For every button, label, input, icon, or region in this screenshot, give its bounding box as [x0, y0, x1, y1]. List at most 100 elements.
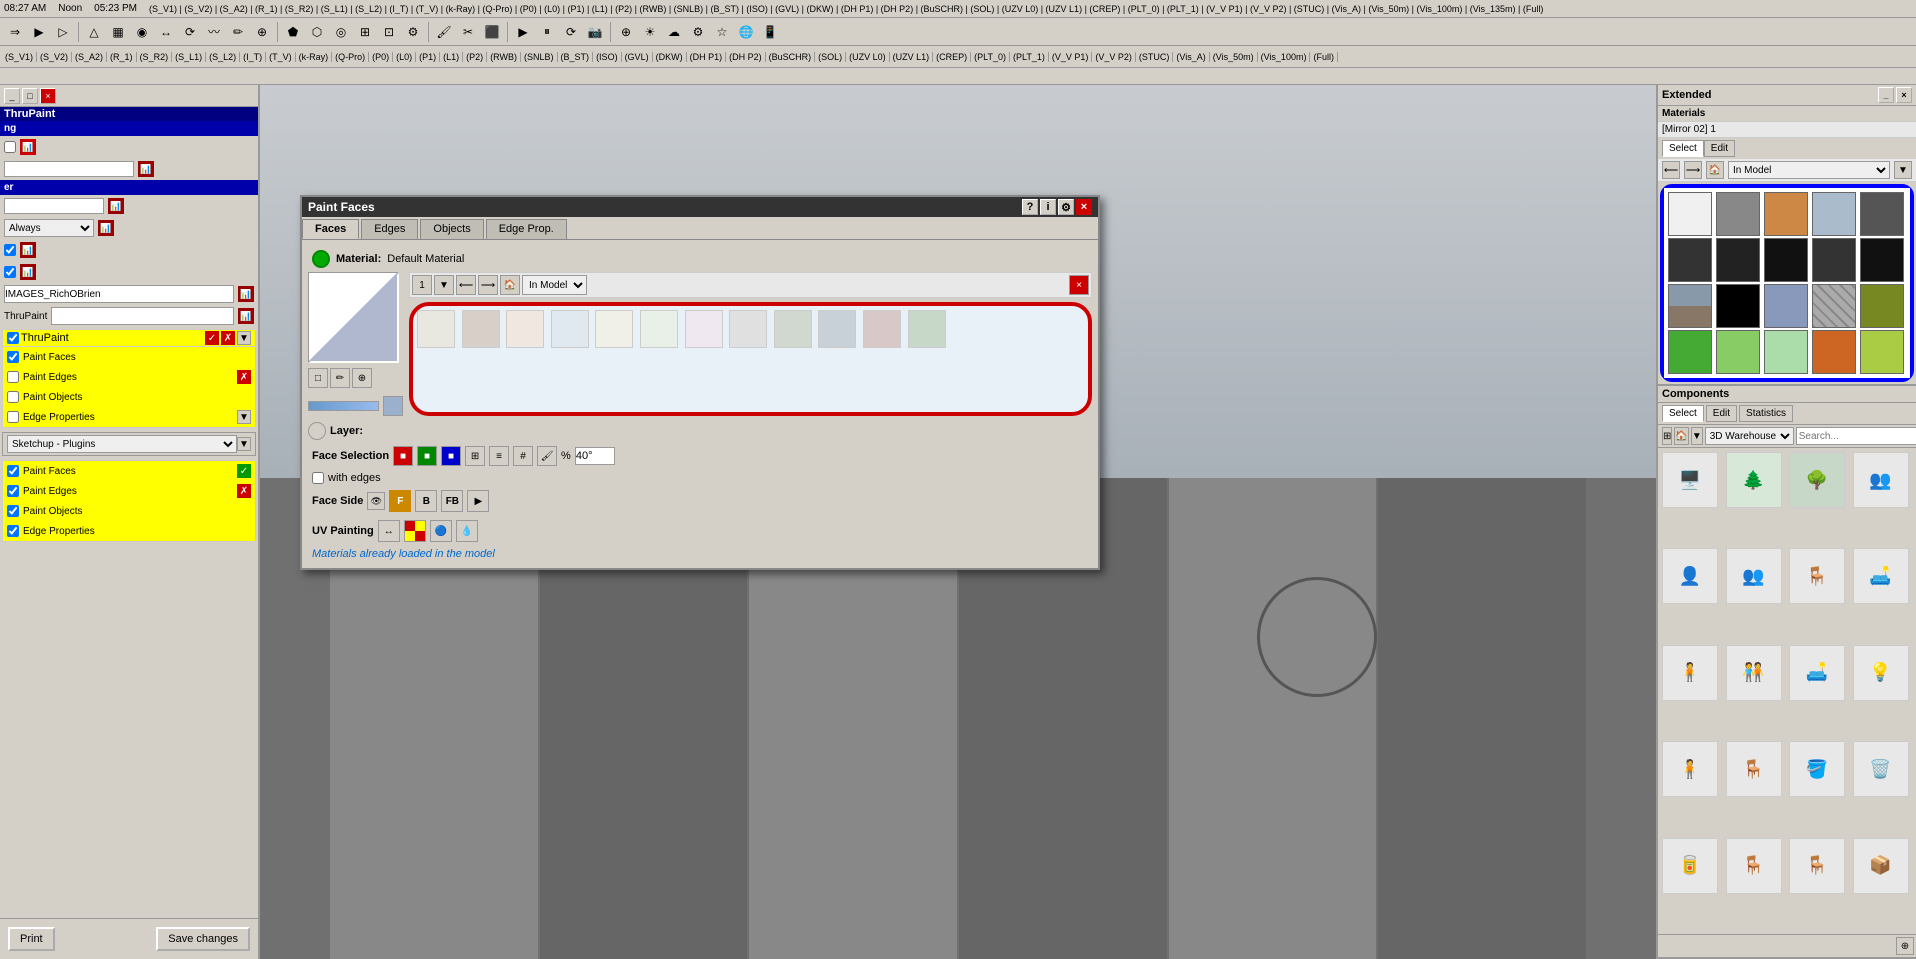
right-tab-edit[interactable]: Edit [1704, 140, 1735, 157]
color-slider[interactable] [308, 401, 379, 411]
mat-btn-1[interactable]: 1 [412, 275, 432, 295]
view-tab[interactable]: (k-Ray) [296, 52, 333, 62]
swatch-dark6[interactable] [1860, 238, 1904, 282]
in-model-nav-4[interactable]: ▼ [1894, 161, 1912, 179]
mat-swatch-11[interactable] [863, 310, 901, 348]
swatch-blue-gray[interactable] [1812, 192, 1856, 236]
chart-icon-8[interactable]: 📊 [238, 308, 254, 324]
sel-btn-lines[interactable]: ≡ [489, 446, 509, 466]
sel-paint-icon[interactable]: 🖌 [537, 446, 557, 466]
uv-btn-4[interactable]: 💧 [456, 520, 478, 542]
swatch-dark1[interactable] [1860, 192, 1904, 236]
swatch-dark2[interactable] [1668, 238, 1712, 282]
toolbar-btn-19[interactable]: ✂ [457, 21, 479, 43]
layer-toggle[interactable] [308, 422, 326, 440]
chart-icon-2[interactable]: 📊 [138, 161, 154, 177]
view-tab[interactable]: (DH P2) [726, 52, 766, 62]
maximize-btn[interactable]: □ [22, 88, 38, 104]
view-tab[interactable]: (RWB) [487, 52, 521, 62]
face-side-play[interactable]: ▶ [467, 490, 489, 512]
toolbar-btn-6[interactable]: ◉ [131, 21, 153, 43]
swatch-olive[interactable] [1860, 284, 1904, 328]
dialog-close-btn[interactable]: × [1076, 199, 1092, 215]
comp-people1[interactable]: 👥 [1853, 452, 1909, 508]
comp-people3[interactable]: 👥 [1726, 548, 1782, 604]
right-tab-select[interactable]: Select [1662, 140, 1704, 157]
tab-edges[interactable]: Edges [361, 219, 418, 239]
comp-chairs[interactable]: 🪑 [1789, 838, 1845, 894]
view-tab[interactable]: (L1) [440, 52, 463, 62]
toolbar-btn-23[interactable]: ⟳ [560, 21, 582, 43]
toolbar-btn-20[interactable]: ⬛ [481, 21, 503, 43]
comp-lamp[interactable]: 💡 [1853, 645, 1909, 701]
swatch-light-green[interactable] [1764, 330, 1808, 374]
x-icon-2[interactable]: ✗ [237, 484, 251, 498]
comp-nav-1[interactable]: ⊞ [1662, 427, 1672, 445]
swatch-dark4[interactable] [1764, 238, 1808, 282]
comp-tall1[interactable]: 🪣 [1789, 741, 1845, 797]
uv-btn-1[interactable]: ↔ [378, 520, 400, 542]
print-button[interactable]: Print [8, 927, 55, 951]
tab-faces[interactable]: Faces [302, 219, 359, 239]
dialog-settings-btn[interactable]: ⚙ [1058, 199, 1074, 215]
swatch-lime[interactable] [1860, 330, 1904, 374]
mat-swatch-1[interactable] [417, 310, 455, 348]
toolbar-btn-17[interactable]: ⚙ [402, 21, 424, 43]
view-tab[interactable]: (S_L1) [172, 52, 206, 62]
mat-btn-arrow[interactable]: ▼ [434, 275, 454, 295]
view-tab[interactable]: (UZV L0) [846, 52, 890, 62]
comp-table1[interactable]: 🛋️ [1789, 645, 1845, 701]
toolbar-btn-14[interactable]: ◎ [330, 21, 352, 43]
comp-person-standing[interactable]: 🧍 [1662, 645, 1718, 701]
preview-icon-3[interactable]: ⊕ [352, 368, 372, 388]
mat-swatch-4[interactable] [551, 310, 589, 348]
swatch-striped[interactable] [1812, 284, 1856, 328]
color-swatch-btn[interactable] [383, 396, 403, 416]
comp-can[interactable]: 🥫 [1662, 838, 1718, 894]
comp-tree1[interactable]: 🌲 [1726, 452, 1782, 508]
minimize-btn[interactable]: _ [4, 88, 20, 104]
cb-paint-edges-2[interactable] [7, 485, 19, 497]
toolbar-btn-18[interactable]: 🖌 [433, 21, 455, 43]
input-30[interactable]: 30 [4, 198, 104, 214]
view-tab[interactable]: (V_V P2) [1092, 52, 1136, 62]
dialog-info-btn[interactable]: i [1040, 199, 1056, 215]
mat-swatch-6[interactable] [640, 310, 678, 348]
plugin-down-icon[interactable]: ▼ [237, 331, 251, 345]
ext-close-btn[interactable]: × [1896, 87, 1912, 103]
plugin-select[interactable]: Sketchup - Plugins [7, 435, 237, 453]
in-model-nav-2[interactable]: ⟶ [1684, 161, 1702, 179]
comp-person4[interactable]: 🧍 [1662, 741, 1718, 797]
comp-stool[interactable]: 🪑 [1789, 548, 1845, 604]
cb-edge-props-2[interactable] [7, 525, 19, 537]
save-changes-button[interactable]: Save changes [156, 927, 250, 951]
cb-edge-props-1[interactable] [7, 411, 19, 423]
cb-paint-faces-1[interactable] [7, 351, 19, 363]
plugin-down-icon-2[interactable]: ▼ [237, 437, 251, 451]
comp-tree2[interactable]: 🌳 [1789, 452, 1845, 508]
toolbar-btn-9[interactable]: 〰 [203, 21, 225, 43]
chart-icon-5[interactable]: 📊 [20, 242, 36, 258]
view-tab[interactable]: (S_V1) [2, 52, 37, 62]
chart-icon-3[interactable]: 📊 [108, 198, 124, 214]
view-tab[interactable]: (I_T) [240, 52, 266, 62]
cb-paint-objects-2[interactable] [7, 505, 19, 517]
in-model-nav-1[interactable]: ⟵ [1662, 161, 1680, 179]
sel-btn-red[interactable]: ■ [393, 446, 413, 466]
mat-model-select[interactable]: In Model [522, 275, 587, 295]
comp-tab-select[interactable]: Select [1662, 405, 1704, 422]
toolbar-btn-30[interactable]: 🌐 [735, 21, 757, 43]
chart-icon-6[interactable]: 📊 [20, 264, 36, 280]
checkbox2[interactable] [4, 244, 16, 256]
plugin-x-icon[interactable]: ✗ [221, 331, 235, 345]
toolbar-btn-28[interactable]: ⚙ [687, 21, 709, 43]
view-tab[interactable]: (S_A2) [72, 52, 107, 62]
face-angle-input[interactable] [575, 447, 615, 465]
view-tab[interactable]: (DH P1) [687, 52, 727, 62]
mat-swatch-10[interactable] [818, 310, 856, 348]
view-tab[interactable]: (Vis_50m) [1210, 52, 1258, 62]
comp-nav-3[interactable]: ▼ [1691, 427, 1703, 445]
with-edges-checkbox[interactable] [312, 472, 324, 484]
swatch-brown-orange[interactable] [1812, 330, 1856, 374]
view-tab[interactable]: (GVL) [622, 52, 653, 62]
